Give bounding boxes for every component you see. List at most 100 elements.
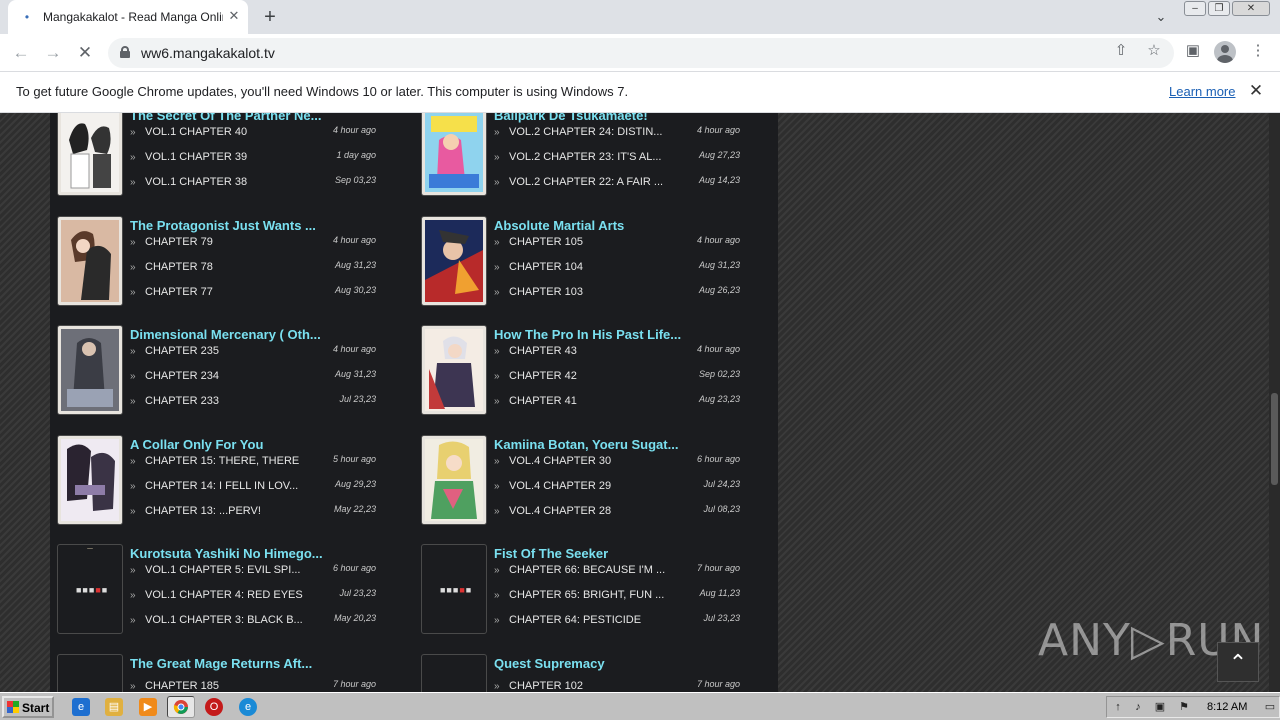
chapter-row[interactable]: » VOL.1 CHAPTER 39 1 day ago xyxy=(130,149,380,174)
opera-icon[interactable]: O xyxy=(205,698,223,716)
chapter-link[interactable]: CHAPTER 65: BRIGHT, FUN ... xyxy=(509,589,664,601)
chapter-row[interactable]: » VOL.1 CHAPTER 38 Sep 03,23 xyxy=(130,174,380,199)
chapter-link[interactable]: CHAPTER 14: I FELL IN LOV... xyxy=(145,480,298,492)
menu-kebab-icon[interactable]: ⋮ xyxy=(1247,40,1269,62)
chapter-link[interactable]: CHAPTER 102 xyxy=(509,680,583,692)
chapter-link[interactable]: CHAPTER 15: THERE, THERE xyxy=(145,455,299,467)
manga-title-link[interactable]: How The Pro In His Past Life... xyxy=(494,327,681,342)
manga-title-link[interactable]: Quest Supremacy xyxy=(494,656,605,671)
manga-cover[interactable] xyxy=(57,216,123,306)
chapter-link[interactable]: VOL.4 CHAPTER 29 xyxy=(509,480,611,492)
taskbar-clock[interactable]: 8:12 AM xyxy=(1207,701,1247,713)
back-arrow-icon[interactable]: ← xyxy=(10,42,32,64)
chapter-row[interactable]: » CHAPTER 41 Aug 23,23 xyxy=(494,393,744,418)
chapter-row[interactable]: » CHAPTER 105 4 hour ago xyxy=(494,234,744,259)
scrollbar-thumb[interactable] xyxy=(1271,393,1278,485)
tab-search-icon[interactable]: ⌄ xyxy=(1150,6,1172,28)
chapter-link[interactable]: CHAPTER 103 xyxy=(509,286,583,298)
share-icon[interactable]: ⇧ xyxy=(1110,40,1132,62)
manga-title-link[interactable]: Fist Of The Seeker xyxy=(494,546,608,561)
manga-cover-loading[interactable] xyxy=(421,654,487,692)
manga-title-link[interactable]: Dimensional Mercenary ( Oth... xyxy=(130,327,321,342)
chapter-row[interactable]: » CHAPTER 78 Aug 31,23 xyxy=(130,259,380,284)
chapter-link[interactable]: VOL.1 CHAPTER 5: EVIL SPI... xyxy=(145,564,300,576)
manga-title-link[interactable]: Ballpark De Tsukamaete! xyxy=(494,113,648,123)
chapter-row[interactable]: » VOL.1 CHAPTER 3: BLACK B... May 20,23 xyxy=(130,612,380,637)
edge-icon[interactable]: e xyxy=(239,698,257,716)
bookmark-star-icon[interactable]: ☆ xyxy=(1143,40,1165,62)
minimize-window-icon[interactable]: – xyxy=(1184,1,1206,16)
chapter-link[interactable]: CHAPTER 235 xyxy=(145,345,219,357)
chapter-link[interactable]: CHAPTER 77 xyxy=(145,286,213,298)
restore-window-icon[interactable]: ❐ xyxy=(1208,1,1230,16)
chapter-row[interactable]: » CHAPTER 102 7 hour ago xyxy=(494,678,744,692)
chapter-row[interactable]: » CHAPTER 103 Aug 26,23 xyxy=(494,284,744,309)
manga-cover-loading[interactable]: ■■■■■ xyxy=(57,544,123,634)
chapter-row[interactable]: » CHAPTER 185 7 hour ago xyxy=(130,678,380,692)
chapter-link[interactable]: VOL.2 CHAPTER 24: DISTIN... xyxy=(509,126,662,138)
url-text[interactable]: ww6.mangakakalot.tv xyxy=(141,45,275,61)
chapter-link[interactable]: VOL.4 CHAPTER 30 xyxy=(509,455,611,467)
manga-cover[interactable] xyxy=(421,216,487,306)
chapter-link[interactable]: CHAPTER 43 xyxy=(509,345,577,357)
close-tab-icon[interactable]: ✕ xyxy=(226,8,242,24)
chapter-row[interactable]: » CHAPTER 15: THERE, THERE 5 hour ago xyxy=(130,453,380,478)
chapter-row[interactable]: » CHAPTER 79 4 hour ago xyxy=(130,234,380,259)
chapter-row[interactable]: » VOL.1 CHAPTER 4: RED EYES Jul 23,23 xyxy=(130,587,380,612)
chapter-link[interactable]: VOL.1 CHAPTER 38 xyxy=(145,176,247,188)
manga-cover-loading[interactable]: ■■■■■ xyxy=(421,544,487,634)
stop-loading-icon[interactable]: ✕ xyxy=(74,42,96,64)
chapter-link[interactable]: VOL.2 CHAPTER 22: A FAIR ... xyxy=(509,176,663,188)
scroll-to-top-button[interactable]: ⌃ xyxy=(1217,642,1259,682)
action-center-flag-icon[interactable]: ⚑ xyxy=(1177,700,1191,714)
address-bar[interactable]: ww6.mangakakalot.tv xyxy=(108,38,1174,68)
file-explorer-icon[interactable]: ▤ xyxy=(105,698,123,716)
chapter-row[interactable]: » CHAPTER 65: BRIGHT, FUN ... Aug 11,23 xyxy=(494,587,744,612)
chapter-row[interactable]: » VOL.4 CHAPTER 29 Jul 24,23 xyxy=(494,478,744,503)
side-panel-icon[interactable]: ▣ xyxy=(1182,40,1204,62)
chapter-link[interactable]: CHAPTER 234 xyxy=(145,370,219,382)
profile-avatar-icon[interactable] xyxy=(1214,41,1236,63)
chapter-row[interactable]: » CHAPTER 234 Aug 31,23 xyxy=(130,368,380,393)
manga-title-link[interactable]: Kamiina Botan, Yoeru Sugat... xyxy=(494,437,678,452)
chrome-taskbar-icon[interactable] xyxy=(167,696,195,718)
chapter-link[interactable]: CHAPTER 66: BECAUSE I'M ... xyxy=(509,564,665,576)
manga-cover[interactable] xyxy=(421,113,487,196)
chapter-row[interactable]: » VOL.4 CHAPTER 30 6 hour ago xyxy=(494,453,744,478)
chapter-link[interactable]: CHAPTER 233 xyxy=(145,395,219,407)
chapter-link[interactable]: VOL.1 CHAPTER 40 xyxy=(145,126,247,138)
chapter-row[interactable]: » CHAPTER 14: I FELL IN LOV... Aug 29,23 xyxy=(130,478,380,503)
chapter-link[interactable]: VOL.1 CHAPTER 4: RED EYES xyxy=(145,589,303,601)
manga-title-link[interactable]: The Secret Of The Partner Ne... xyxy=(130,113,321,123)
chapter-row[interactable]: » CHAPTER 13: ...PERV! May 22,23 xyxy=(130,503,380,528)
chapter-row[interactable]: » VOL.2 CHAPTER 22: A FAIR ... Aug 14,23 xyxy=(494,174,744,199)
chapter-row[interactable]: » VOL.2 CHAPTER 24: DISTIN... 4 hour ago xyxy=(494,124,744,149)
manga-cover[interactable] xyxy=(57,325,123,415)
manga-title-link[interactable]: Absolute Martial Arts xyxy=(494,218,624,233)
chapter-row[interactable]: » CHAPTER 66: BECAUSE I'M ... 7 hour ago xyxy=(494,562,744,587)
chapter-row[interactable]: » CHAPTER 64: PESTICIDE Jul 23,23 xyxy=(494,612,744,637)
chapter-link[interactable]: VOL.4 CHAPTER 28 xyxy=(509,505,611,517)
chapter-link[interactable]: CHAPTER 64: PESTICIDE xyxy=(509,614,641,626)
internet-explorer-icon[interactable]: e xyxy=(72,698,90,716)
manga-title-link[interactable]: A Collar Only For You xyxy=(130,437,263,452)
forward-arrow-icon[interactable]: → xyxy=(42,42,64,64)
chapter-link[interactable]: CHAPTER 13: ...PERV! xyxy=(145,505,261,517)
page-scrollbar[interactable] xyxy=(1269,113,1280,692)
browser-tab[interactable]: • Mangakakalot - Read Manga Online Free … xyxy=(8,0,248,34)
manga-cover[interactable] xyxy=(421,325,487,415)
chapter-link[interactable]: CHAPTER 105 xyxy=(509,236,583,248)
show-desktop-icon[interactable]: ▭ xyxy=(1263,700,1277,714)
start-button[interactable]: Start xyxy=(2,696,54,718)
chapter-link[interactable]: CHAPTER 185 xyxy=(145,680,219,692)
chapter-link[interactable]: VOL.1 CHAPTER 3: BLACK B... xyxy=(145,614,303,626)
chapter-link[interactable]: CHAPTER 42 xyxy=(509,370,577,382)
chapter-row[interactable]: » CHAPTER 77 Aug 30,23 xyxy=(130,284,380,309)
manga-cover[interactable] xyxy=(57,113,123,196)
chapter-link[interactable]: CHAPTER 78 xyxy=(145,261,213,273)
manga-title-link[interactable]: The Great Mage Returns Aft... xyxy=(130,656,312,671)
close-infobar-icon[interactable]: ✕ xyxy=(1246,81,1266,101)
lock-icon[interactable] xyxy=(120,46,130,58)
new-tab-button[interactable]: + xyxy=(258,5,282,29)
chapter-link[interactable]: CHAPTER 41 xyxy=(509,395,577,407)
